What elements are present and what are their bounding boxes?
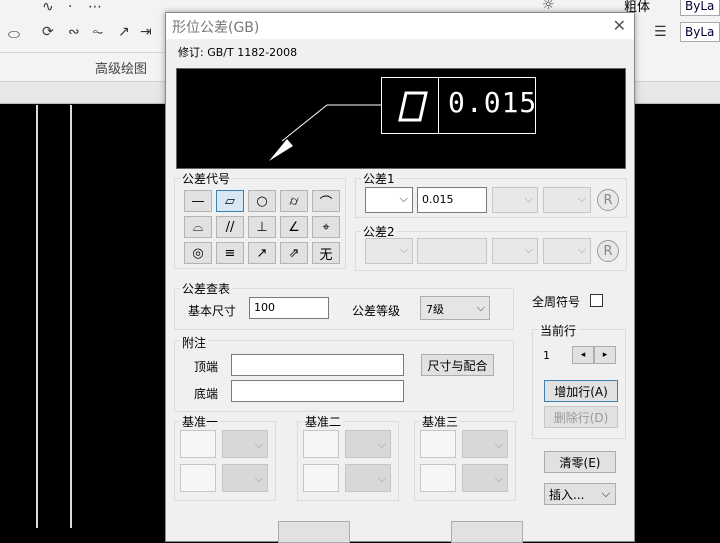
notes-group-title: 附注	[180, 334, 209, 351]
insert-button[interactable]: 插入... ⌵	[544, 483, 616, 505]
datum2-title: 基准二	[303, 413, 344, 430]
bottom-note-label: 底端	[194, 387, 219, 401]
spiral-icon[interactable]: ⟳	[42, 25, 54, 39]
datum1-letter-box-2[interactable]	[180, 464, 216, 492]
basic-size-input[interactable]: 100	[249, 297, 329, 319]
tolerance-dialog: 形位公差(GB) ✕ 修订: GB/T 1182-2008 0.015 公差代号…	[165, 12, 635, 543]
tol1-extra-combo[interactable]: ⌵	[543, 187, 591, 213]
symbol-straightness-button[interactable]: —	[184, 190, 212, 212]
datum3-combo-1[interactable]: ⌵	[462, 430, 508, 458]
lookup-group-title: 公差查表	[180, 280, 233, 297]
arrow-icon[interactable]: ↗	[118, 25, 130, 39]
cancel-button[interactable]	[451, 521, 523, 543]
canvas-line	[36, 105, 38, 528]
grade-label: 公差等级	[352, 304, 401, 318]
tol2-r-button[interactable]: R	[597, 240, 619, 262]
current-row-title: 当前行	[538, 322, 579, 339]
ribbon-group-label: 高级绘图	[95, 62, 148, 77]
datum3-letter-box-2[interactable]	[420, 464, 456, 492]
top-note-label: 顶端	[194, 360, 219, 374]
tol1-material-combo[interactable]: ⌵	[492, 187, 538, 213]
bottom-note-input[interactable]	[231, 380, 404, 402]
grade-combo[interactable]: 7级 ⌵	[420, 296, 490, 320]
add-row-button[interactable]: 增加行(A)	[544, 380, 618, 402]
tol1-value-input[interactable]: 0.015	[417, 187, 487, 213]
line-icon[interactable]: ⬭	[8, 28, 20, 42]
point-icon[interactable]: ·	[68, 0, 72, 14]
dialog-titlebar[interactable]: 形位公差(GB) ✕	[166, 13, 634, 39]
clear-button[interactable]: 清零(E)	[544, 451, 616, 473]
tol2-material-combo[interactable]: ⌵	[492, 238, 538, 264]
tol2-diameter-combo[interactable]: ⌵	[365, 238, 413, 264]
tol2-value-input[interactable]	[417, 238, 487, 264]
datum3-combo-2[interactable]: ⌵	[462, 464, 508, 492]
preview-tolerance-value: 0.015	[448, 86, 538, 119]
datum3-letter-box-1[interactable]	[420, 430, 456, 458]
canvas-line	[70, 105, 72, 528]
layer-icon[interactable]: ☼	[542, 0, 555, 12]
revision-label: 修订: GB/T 1182-2008	[178, 46, 298, 59]
symbol-symmetry-button[interactable]: ≡	[216, 242, 244, 264]
tol2-extra-combo[interactable]: ⌵	[543, 238, 591, 264]
linetype-combo-bottom[interactable]: ByLa	[680, 22, 720, 42]
datum2-combo-2[interactable]: ⌵	[345, 464, 391, 492]
polyline-icon[interactable]: ∿	[42, 0, 54, 14]
row-next-button[interactable]: ▸	[594, 346, 616, 364]
wave-icon[interactable]: ∾	[68, 25, 80, 39]
all-around-label: 全周符号	[532, 295, 581, 309]
symbol-circularity-button[interactable]: ○	[248, 190, 276, 212]
datum2-combo-1[interactable]: ⌵	[345, 430, 391, 458]
symbol-total-runout-button[interactable]: ⇗	[280, 242, 308, 264]
hatch-icon[interactable]: ⋯	[88, 0, 102, 14]
table-icon[interactable]: ☰	[654, 25, 667, 39]
symbol-flatness-button[interactable]: ▱	[216, 190, 244, 212]
symbol-angularity-button[interactable]: ∠	[280, 216, 308, 238]
tol1-diameter-combo[interactable]: ⌵	[365, 187, 413, 213]
symbol-concentricity-button[interactable]: ◎	[184, 242, 212, 264]
symbols-group-title: 公差代号	[180, 170, 233, 187]
basic-size-label: 基本尺寸	[188, 304, 237, 318]
chevron-down-icon: ⌵	[601, 487, 610, 500]
top-note-input[interactable]	[231, 354, 404, 376]
symbol-parallelism-button[interactable]: //	[216, 216, 244, 238]
symbol-position-button[interactable]: ⌖	[312, 216, 340, 238]
symbol-line-profile-button[interactable]: ⌒	[312, 190, 340, 212]
tol1-r-button[interactable]: R	[597, 189, 619, 211]
datum1-title: 基准一	[180, 413, 221, 430]
ribbon-separator	[0, 52, 166, 53]
datum1-combo-2[interactable]: ⌵	[222, 464, 268, 492]
delete-row-button[interactable]: 删除行(D)	[544, 406, 618, 428]
datum1-combo-1[interactable]: ⌵	[222, 430, 268, 458]
symbol-circular-runout-button[interactable]: ↗	[248, 242, 276, 264]
fit-button[interactable]: 尺寸与配合	[421, 354, 494, 376]
spline-icon[interactable]: ⏦	[92, 25, 103, 39]
row-prev-button[interactable]: ◂	[572, 346, 594, 364]
insert-icon[interactable]: ⇥	[140, 25, 152, 39]
dialog-title: 形位公差(GB)	[172, 20, 260, 36]
datum2-letter-box-2[interactable]	[303, 464, 339, 492]
all-around-checkbox[interactable]	[590, 294, 603, 307]
insert-button-label: 插入...	[549, 487, 585, 502]
linetype-combo-top[interactable]: ByLa	[680, 0, 720, 16]
close-icon[interactable]: ✕	[613, 16, 626, 35]
leader-arrow-icon	[269, 104, 382, 161]
datum2-letter-box-1[interactable]	[303, 430, 339, 458]
datum3-title: 基准三	[420, 413, 461, 430]
tolerance-frame: 0.015	[381, 77, 536, 134]
preview-panel: 0.015	[176, 68, 626, 169]
parallelogram-icon	[398, 91, 428, 122]
grade-value: 7级	[426, 303, 444, 316]
datum1-letter-box-1[interactable]	[180, 430, 216, 458]
frame-divider	[438, 78, 439, 133]
ok-button[interactable]	[278, 521, 350, 543]
symbol-surface-profile-button[interactable]: ⌓	[184, 216, 212, 238]
tol1-title: 公差1	[361, 170, 397, 187]
symbol-perpendicularity-button[interactable]: ⊥	[248, 216, 276, 238]
symbol-cylindricity-button[interactable]: ⌭	[280, 190, 308, 212]
current-row-value: 1	[543, 349, 550, 362]
symbol-none-button[interactable]: 无	[312, 242, 340, 264]
